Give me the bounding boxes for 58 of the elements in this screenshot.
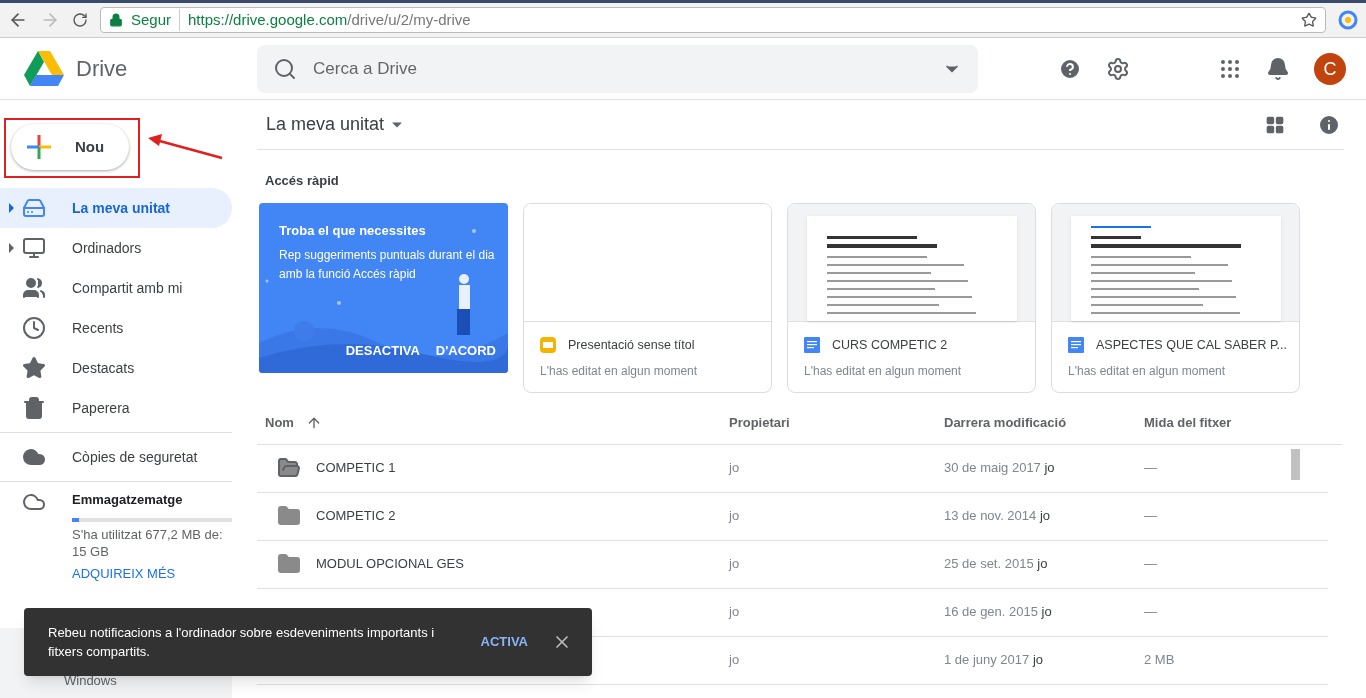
buy-storage-link[interactable]: ADQUIREIX MÉS [72, 563, 232, 583]
file-card[interactable]: Presentació sense títol L'has editat en algun moment [523, 202, 772, 393]
sidebar-item[interactable]: Recents [0, 308, 232, 348]
size-cell-text: — [1144, 603, 1157, 622]
column-header: Propietari [729, 414, 791, 433]
storage-usage: S'ha utilitzat 677,2 MB de: 15 GB [72, 525, 224, 560]
modified-cell-text: 13 de nov. 2014 jo [944, 507, 1052, 526]
search-input[interactable]: Cerca a Drive [313, 55, 926, 82]
sidebar-item[interactable]: Ordinadors [0, 228, 232, 268]
sidebar-item[interactable]: Compartit amb mi [0, 268, 232, 308]
file-card[interactable]: CURS COMPETIC 2 L'has editat en algun moment [787, 202, 1036, 393]
file-card[interactable]: ASPECTES QUE CAL SABER P... L'has editat en algun moment [1051, 202, 1300, 393]
modified-cell-text: 25 de set. 2015 jo [944, 555, 1049, 574]
storage-title: Emmagatzematge [72, 491, 184, 509]
modified-cell-text: 1 de juny 2017 jo [944, 651, 1045, 670]
sidebar-item[interactable]: Còpies de seguretat [0, 437, 232, 477]
file-subtitle: L'has editat en algun moment [1068, 363, 1227, 381]
sidebar-item[interactable]: Paperera [0, 388, 232, 428]
tip-title: Troba el que necessites [279, 221, 427, 240]
tip-button[interactable]: DESACTIVA [345, 341, 420, 361]
sidebar-item[interactable]: La meva unitat [0, 188, 232, 228]
size-cell-text: — [1144, 507, 1157, 526]
address-bar[interactable]: Segur https://drive.google.com/drive/u/2/my-drive [100, 7, 1326, 33]
file-title: Presentació sense títol [568, 336, 695, 354]
sidebar-item[interactable]: Destacats [0, 348, 232, 388]
file-row[interactable]: MODUL OPCIONAL GES jo 25 de set. 2015 jo — [257, 540, 1328, 589]
tip-text: Rep suggeriments puntuals durant el dia amb la funció Accés ràpid [279, 247, 496, 283]
tip-button[interactable]: D'ACORD [435, 341, 496, 361]
file-title: CURS COMPETIC 2 [832, 336, 948, 354]
avatar[interactable]: C [1314, 52, 1346, 85]
new-button[interactable]: Nou [11, 124, 129, 170]
file-title: ASPECTES QUE CAL SABER P... [1096, 336, 1288, 354]
column-header[interactable]: Darrera modificació [944, 413, 1144, 433]
section-title: Accés ràpid [264, 172, 340, 190]
size-cell-text: — [1144, 459, 1157, 478]
location-title[interactable]: La meva unitat [266, 111, 385, 138]
url-text: https://drive.google.com/drive/u/2/my-drive [188, 9, 471, 30]
search-field[interactable]: Cerca a Drive [257, 44, 978, 93]
size-cell-text: 2 MB [1144, 651, 1175, 670]
size-cell-text: — [1144, 555, 1157, 574]
file-subtitle: L'has editat en algun moment [804, 363, 963, 381]
owner-cell-text: jo [729, 459, 741, 478]
secure-label: Segur [131, 8, 181, 32]
owner-cell-text: jo [729, 507, 741, 526]
file-name: COMPETIC 1 [316, 459, 396, 478]
download-label: Windows [64, 671, 117, 690]
file-name: MODUL OPCIONAL GES [316, 555, 464, 574]
modified-cell-text: 30 de maig 2017 jo [944, 459, 1056, 478]
app-name: Drive [76, 55, 128, 83]
modified-cell-text: 16 de gen. 2015 jo [944, 603, 1053, 622]
file-row[interactable]: COMPETIC 2 jo 13 de nov. 2014 jo — [257, 492, 1328, 541]
column-header[interactable]: Nom [265, 413, 294, 433]
column-header: Mida del fitxer [1144, 414, 1232, 433]
file-name: COMPETIC 2 [316, 507, 396, 526]
file-subtitle: L'has editat en algun moment [540, 363, 699, 381]
owner-cell-text: jo [729, 603, 741, 622]
owner-cell-text: jo [729, 651, 741, 670]
owner-cell-text: jo [729, 555, 741, 574]
